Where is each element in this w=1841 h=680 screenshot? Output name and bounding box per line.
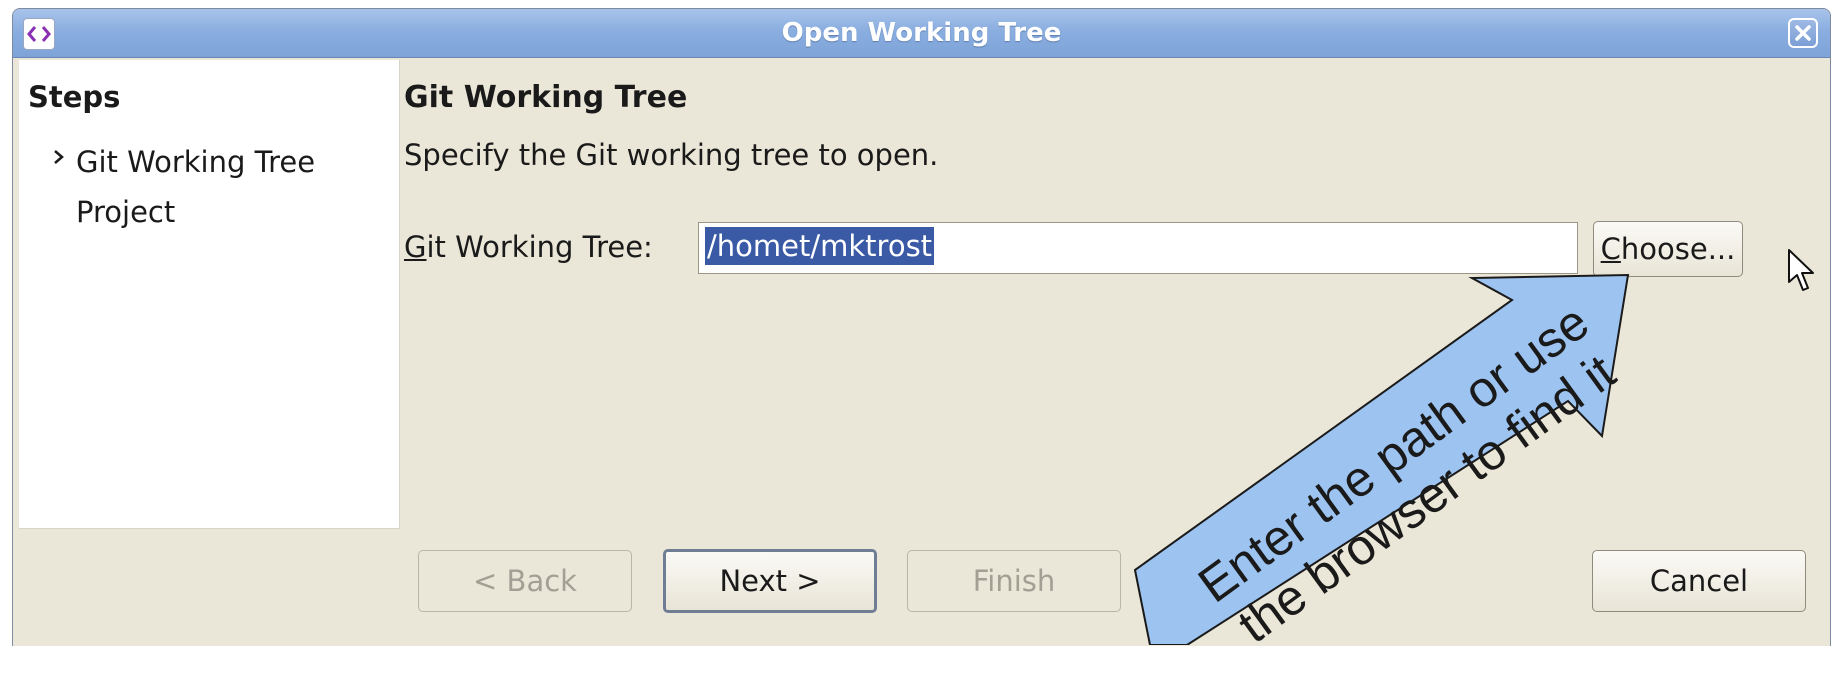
mouse-pointer-icon: [1788, 249, 1814, 291]
